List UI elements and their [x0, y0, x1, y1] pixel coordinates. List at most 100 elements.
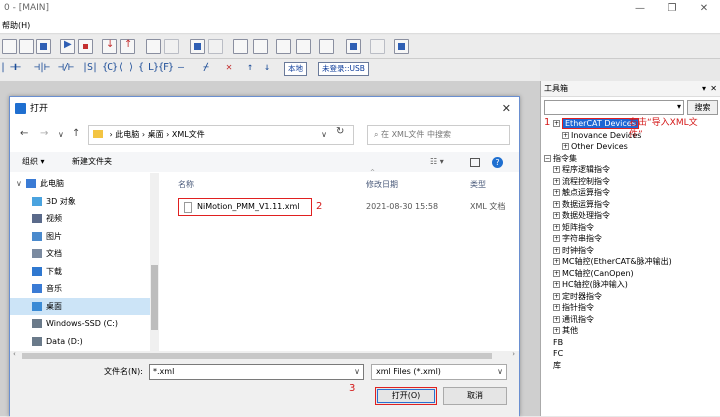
expand-icon[interactable]: +	[553, 315, 560, 323]
contact-nc-icon[interactable]: ⊣|⊢	[34, 62, 50, 73]
compare-icon[interactable]	[276, 39, 291, 54]
tree-node[interactable]: −FB	[544, 338, 563, 348]
address-dropdown-icon[interactable]: ∨	[321, 126, 327, 144]
tree-node[interactable]: + MC轴控(EtherCAT&脉冲输出)	[553, 257, 672, 267]
set-coil-icon[interactable]: |S| {C}	[82, 62, 118, 73]
toolbox-filter-select[interactable]	[544, 100, 684, 115]
tree-node[interactable]: −库	[544, 361, 561, 371]
scroll-thumb[interactable]	[22, 353, 492, 359]
coil-icon[interactable]: ⟨ ⟩	[118, 62, 134, 73]
preview-pane-icon[interactable]	[470, 158, 480, 167]
organize-button[interactable]: 组织 ▾	[22, 152, 45, 172]
tree-node[interactable]: + 时钟指令	[553, 246, 594, 256]
expand-icon[interactable]: +	[553, 304, 560, 311]
tree-node[interactable]: − 指令集	[544, 154, 577, 164]
download-icon[interactable]: ↓	[102, 39, 117, 54]
pin-icon[interactable]: ▾	[702, 81, 706, 97]
compare-2-icon[interactable]	[296, 39, 311, 54]
align-right-icon[interactable]	[253, 39, 268, 54]
up-icon[interactable]: ↑	[72, 128, 80, 139]
toolbar-icon[interactable]	[2, 39, 17, 54]
expand-icon[interactable]: +	[553, 246, 560, 254]
filename-dropdown-icon[interactable]: ∨	[354, 365, 360, 379]
file-name-cell[interactable]: NiMotion_PMM_V1.11.xml	[178, 198, 312, 216]
login-status-button[interactable]: 未登录::USB	[318, 62, 369, 76]
breadcrumb-item[interactable]: 桌面	[148, 130, 164, 139]
expand-icon[interactable]: +	[562, 131, 569, 139]
filename-input[interactable]: *.xml ∨	[149, 364, 364, 380]
local-button[interactable]: 本地	[284, 62, 307, 76]
nav-item[interactable]: Data (D:)	[10, 333, 156, 350]
close-icon[interactable]: ✕	[710, 81, 717, 97]
slash-icon[interactable]: ⌿	[203, 62, 209, 73]
edit-icon[interactable]	[190, 39, 205, 54]
stop-icon[interactable]	[78, 39, 93, 54]
nav-item[interactable]: 视频	[10, 210, 156, 227]
tree-node[interactable]: + 数据运算指令	[553, 200, 610, 210]
contact-no-icon[interactable]: | ⊣⊢	[0, 62, 21, 73]
cancel-button[interactable]: 取消	[443, 387, 507, 405]
scroll-thumb[interactable]	[151, 265, 158, 330]
expand-icon[interactable]: +	[553, 120, 560, 127]
delete-icon[interactable]: ✕	[226, 62, 232, 73]
tree-node[interactable]: −FC	[544, 349, 563, 359]
nav-item[interactable]: ∨ 此电脑	[10, 175, 156, 192]
close-window-icon[interactable]: ✕	[688, 0, 720, 17]
debug-icon[interactable]	[164, 39, 179, 54]
test-icon[interactable]	[319, 39, 334, 54]
pen-icon[interactable]	[208, 39, 223, 54]
nav-item[interactable]: 桌面	[10, 297, 156, 315]
align-left-icon[interactable]	[233, 39, 248, 54]
toolbar-icon[interactable]	[19, 39, 34, 54]
up-arrow-icon[interactable]: ↑	[247, 62, 253, 73]
tree-node[interactable]: + 通讯指令	[553, 315, 594, 325]
tree-node[interactable]: + HC轴控(脉冲输入)	[553, 280, 628, 290]
expand-icon[interactable]: +	[553, 223, 560, 231]
nav-item[interactable]: 文档	[10, 245, 156, 262]
address-bar[interactable]: › 此电脑 › 桌面 › XML文件 ∨	[88, 125, 354, 145]
upload-icon[interactable]: ↑	[120, 39, 135, 54]
filetype-select[interactable]: xml Files (*.xml) ∨	[371, 364, 507, 380]
minimize-icon[interactable]: —	[624, 0, 656, 17]
recent-dropdown-icon[interactable]: ∨	[58, 130, 64, 139]
expand-icon[interactable]: +	[553, 269, 560, 277]
breadcrumb-item[interactable]: XML文件	[172, 130, 205, 139]
scroll-right-icon[interactable]: ›	[512, 350, 515, 358]
file-row[interactable]: NiMotion_PMM_V1.11.xml 2 2021-08-30 15:5…	[170, 198, 519, 216]
nav-scrollbar[interactable]	[150, 173, 159, 351]
search-input[interactable]: ⌕ 在 XML文件 中搜索	[367, 125, 510, 145]
tree-node[interactable]: + 程序逻辑指令	[553, 165, 610, 175]
tree-node[interactable]: + 触点运算指令	[553, 188, 610, 198]
monitor-icon[interactable]	[146, 39, 161, 54]
scroll-left-icon[interactable]: ‹	[13, 350, 16, 358]
down-arrow-icon[interactable]: ↓	[264, 62, 270, 73]
toolbox-search-button[interactable]: 搜索	[687, 100, 718, 115]
tree-node[interactable]: + 流程控制指令	[553, 177, 610, 187]
tree-node[interactable]: + 数据处理指令	[553, 211, 610, 221]
tree-node[interactable]: + MC轴控(CanOpen)	[553, 269, 634, 279]
expand-icon[interactable]: +	[553, 200, 560, 208]
tree-node[interactable]: + 字符串指令	[553, 234, 602, 244]
label-icon[interactable]: { L}	[138, 62, 159, 73]
play-icon[interactable]: ▶	[60, 39, 75, 54]
horizontal-scrollbar[interactable]: ‹ ›	[10, 350, 519, 361]
contact-p-icon[interactable]: ⊣/⊢	[58, 62, 74, 73]
back-icon[interactable]: ←	[20, 128, 28, 139]
expand-icon[interactable]: +	[553, 212, 560, 219]
collapse-icon[interactable]: −	[544, 154, 551, 162]
logout-icon[interactable]	[370, 39, 385, 54]
restore-icon[interactable]: ❐	[656, 0, 688, 17]
login-icon[interactable]	[346, 39, 361, 54]
book-icon[interactable]	[394, 39, 409, 54]
tree-node-selected[interactable]: + EtherCAT Devices 1 右击“导入XML文 件”	[544, 118, 698, 141]
menu-help[interactable]: 帮助(H)	[2, 21, 30, 30]
hline-icon[interactable]: —	[178, 62, 184, 73]
tree-node[interactable]: + 定时器指令	[553, 292, 602, 302]
nav-item[interactable]: 3D 对象	[10, 193, 156, 210]
nav-item[interactable]: Windows-SSD (C:)	[10, 315, 156, 332]
new-folder-button[interactable]: 新建文件夹	[72, 152, 112, 172]
expand-icon[interactable]: +	[562, 143, 569, 150]
open-button[interactable]: 打开(O)	[375, 387, 437, 405]
breadcrumb-item[interactable]: 此电脑	[115, 130, 139, 139]
nav-item[interactable]: 下载	[10, 263, 156, 280]
